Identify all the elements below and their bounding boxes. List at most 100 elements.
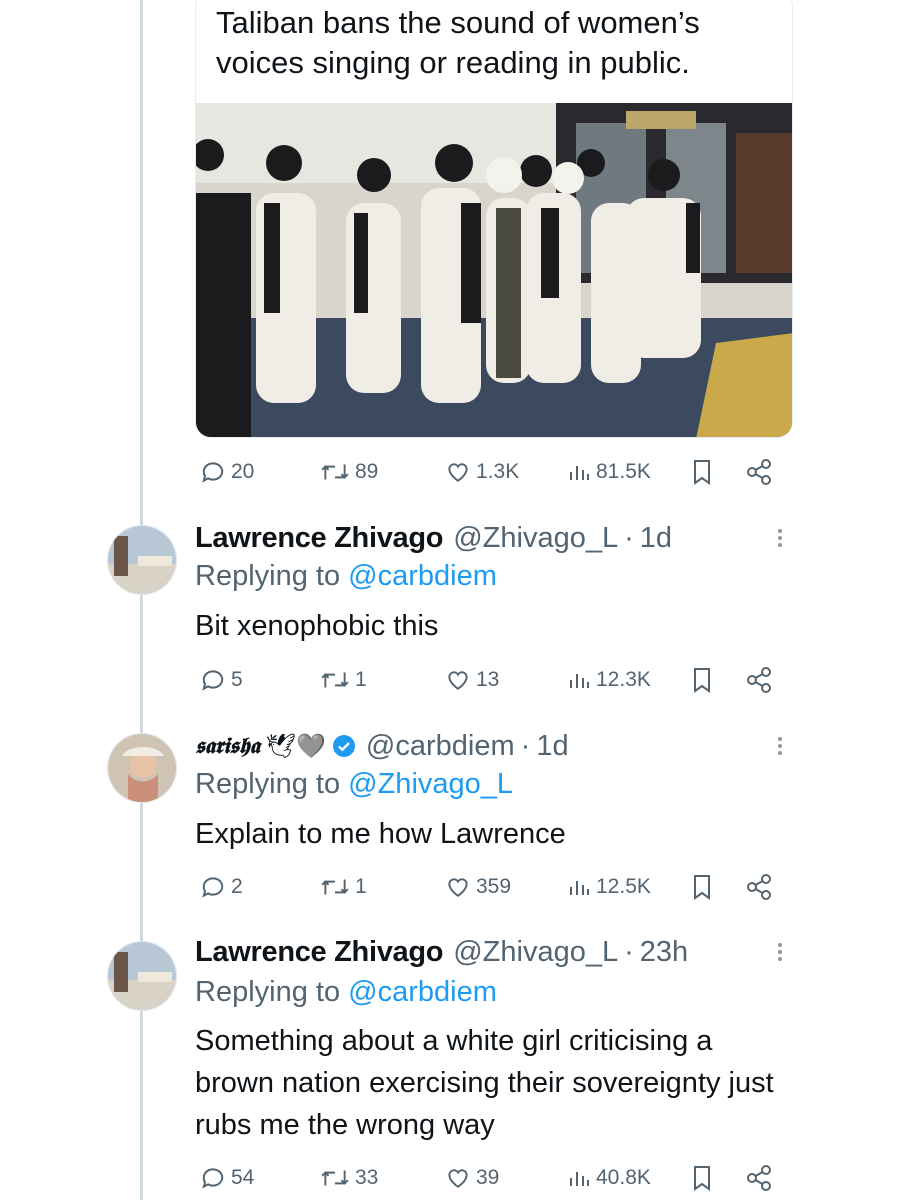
timestamp[interactable]: 23h [640,936,688,969]
tweet-photo[interactable] [196,103,793,438]
share-action[interactable] [745,1158,773,1198]
thread-line [140,0,143,1200]
retweet-count: 1 [355,668,367,691]
views-action[interactable]: 81.5K [567,452,651,492]
heart-icon [448,1169,468,1188]
retweet-icon [321,672,349,688]
reply-action[interactable]: 5 [200,660,243,700]
bookmark-icon [694,1166,710,1191]
avatar[interactable] [107,525,177,595]
mention-link[interactable]: @carbdiem [348,976,497,1008]
tweet-actions: 54 33 39 40.8K [195,1158,785,1198]
bookmark-icon [694,668,710,693]
display-name[interactable]: Lawrence Zhivago [195,522,444,555]
more-options-icon[interactable] [772,734,788,758]
retweet-action[interactable]: 1 [320,660,367,700]
retweet-count: 89 [355,460,379,483]
retweet-action[interactable]: 1 [320,867,367,907]
tweet-text: Explain to me how Lawrence [195,818,566,850]
mention-link[interactable]: @carbdiem [348,560,497,592]
share-icon [747,1165,771,1191]
tweet-header: 𝖘𝖆𝖗𝖎𝖘𝖍𝖆 🕊🩶 @carbdiem · 1d [195,724,569,768]
heart-icon [448,463,468,482]
replying-to: Replying to @Zhivago_L [195,768,513,801]
views-icon [570,1172,589,1186]
timestamp[interactable]: 1d [640,522,672,555]
like-count: 1.3K [476,460,520,483]
views-icon [570,881,589,895]
more-options-icon[interactable] [772,526,788,550]
retweet-count: 33 [355,1166,379,1189]
display-name[interactable]: Lawrence Zhivago [195,936,444,969]
separator-dot: · [624,521,634,554]
handle[interactable]: @Zhivago_L [453,936,618,969]
views-action[interactable]: 12.3K [567,660,651,700]
retweet-action[interactable]: 89 [320,452,378,492]
reply-count: 54 [231,1166,255,1189]
separator-dot: · [520,729,531,762]
reply-count: 20 [231,460,255,483]
display-name[interactable]: 𝖘𝖆𝖗𝖎𝖘𝖍𝖆 [195,733,260,759]
heart-icon [448,878,468,897]
views-count: 12.5K [596,875,651,898]
tweet-header: Lawrence Zhivago @Zhivago_L · 23h [195,930,688,974]
handle[interactable]: @Zhivago_L [453,522,618,555]
share-icon [747,874,771,900]
reply-icon [202,877,224,898]
mention-link[interactable]: @Zhivago_L [348,768,513,800]
tweet-text: Something about a white girl criticising… [195,1025,774,1141]
like-action[interactable]: 13 [445,660,499,700]
tweet-actions: 2 1 359 12.5K [195,867,785,907]
heart-icon [448,671,468,690]
avatar-image [108,942,176,1010]
separator-dot: · [624,935,634,968]
reply-count: 2 [231,875,243,898]
like-action[interactable]: 1.3K [445,452,519,492]
quoted-tweet-card[interactable]: Taliban bans the sound of women’s voices… [195,0,793,438]
bookmark-icon [694,875,710,900]
bookmark-action[interactable] [690,660,714,700]
reply-action[interactable]: 54 [200,1158,254,1198]
replying-to-label: Replying to [195,976,349,1008]
quoted-tweet-actions: 20 89 1.3K 81.5K [195,452,785,492]
share-action[interactable] [745,867,773,907]
tweet-text: Bit xenophobic this [195,610,439,642]
retweet-icon [321,1170,349,1186]
replying-to-label: Replying to [195,560,349,592]
share-icon [747,459,771,485]
more-options-icon[interactable] [772,940,788,964]
bookmark-action[interactable] [690,867,714,907]
views-icon [570,674,589,688]
like-action[interactable]: 39 [445,1158,499,1198]
views-action[interactable]: 12.5K [567,867,651,907]
handle[interactable]: @carbdiem [366,730,515,763]
retweet-action[interactable]: 33 [320,1158,378,1198]
reply-action[interactable]: 20 [200,452,254,492]
like-count: 13 [476,668,500,691]
reply-icon [202,1168,224,1189]
quoted-tweet-text: Taliban bans the sound of women’s voices… [216,5,700,80]
replying-to: Replying to @carbdiem [195,976,497,1009]
like-action[interactable]: 359 [445,867,511,907]
views-count: 81.5K [596,460,651,483]
reply-icon [202,462,224,483]
replying-to: Replying to @carbdiem [195,560,497,593]
reply-icon [202,670,224,691]
bookmark-action[interactable] [690,452,714,492]
name-emoji: 🕊🩶 [265,732,326,760]
avatar-image [108,734,176,802]
share-action[interactable] [745,660,773,700]
retweet-count: 1 [355,875,367,898]
timestamp[interactable]: 1d [536,730,568,763]
share-action[interactable] [745,452,773,492]
views-count: 40.8K [596,1166,651,1189]
avatar[interactable] [107,941,177,1011]
avatar[interactable] [107,733,177,803]
tweet-header: Lawrence Zhivago @Zhivago_L · 1d [195,516,672,560]
retweet-icon [321,879,349,895]
bookmark-action[interactable] [690,1158,714,1198]
reply-action[interactable]: 2 [200,867,243,907]
like-count: 39 [476,1166,500,1189]
bookmark-icon [694,460,710,485]
views-action[interactable]: 40.8K [567,1158,651,1198]
